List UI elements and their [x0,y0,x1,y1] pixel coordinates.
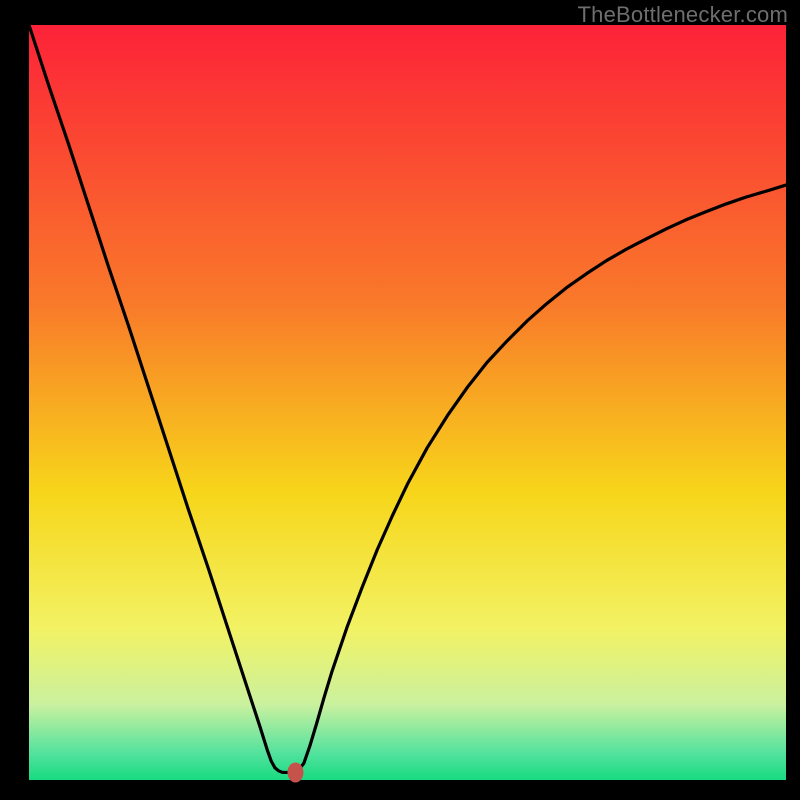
watermark-text: TheBottlenecker.com [578,2,788,28]
optimal-point-marker [287,762,303,782]
bottleneck-chart: TheBottlenecker.com [0,0,800,800]
plot-area [29,25,786,780]
chart-svg [0,0,800,800]
